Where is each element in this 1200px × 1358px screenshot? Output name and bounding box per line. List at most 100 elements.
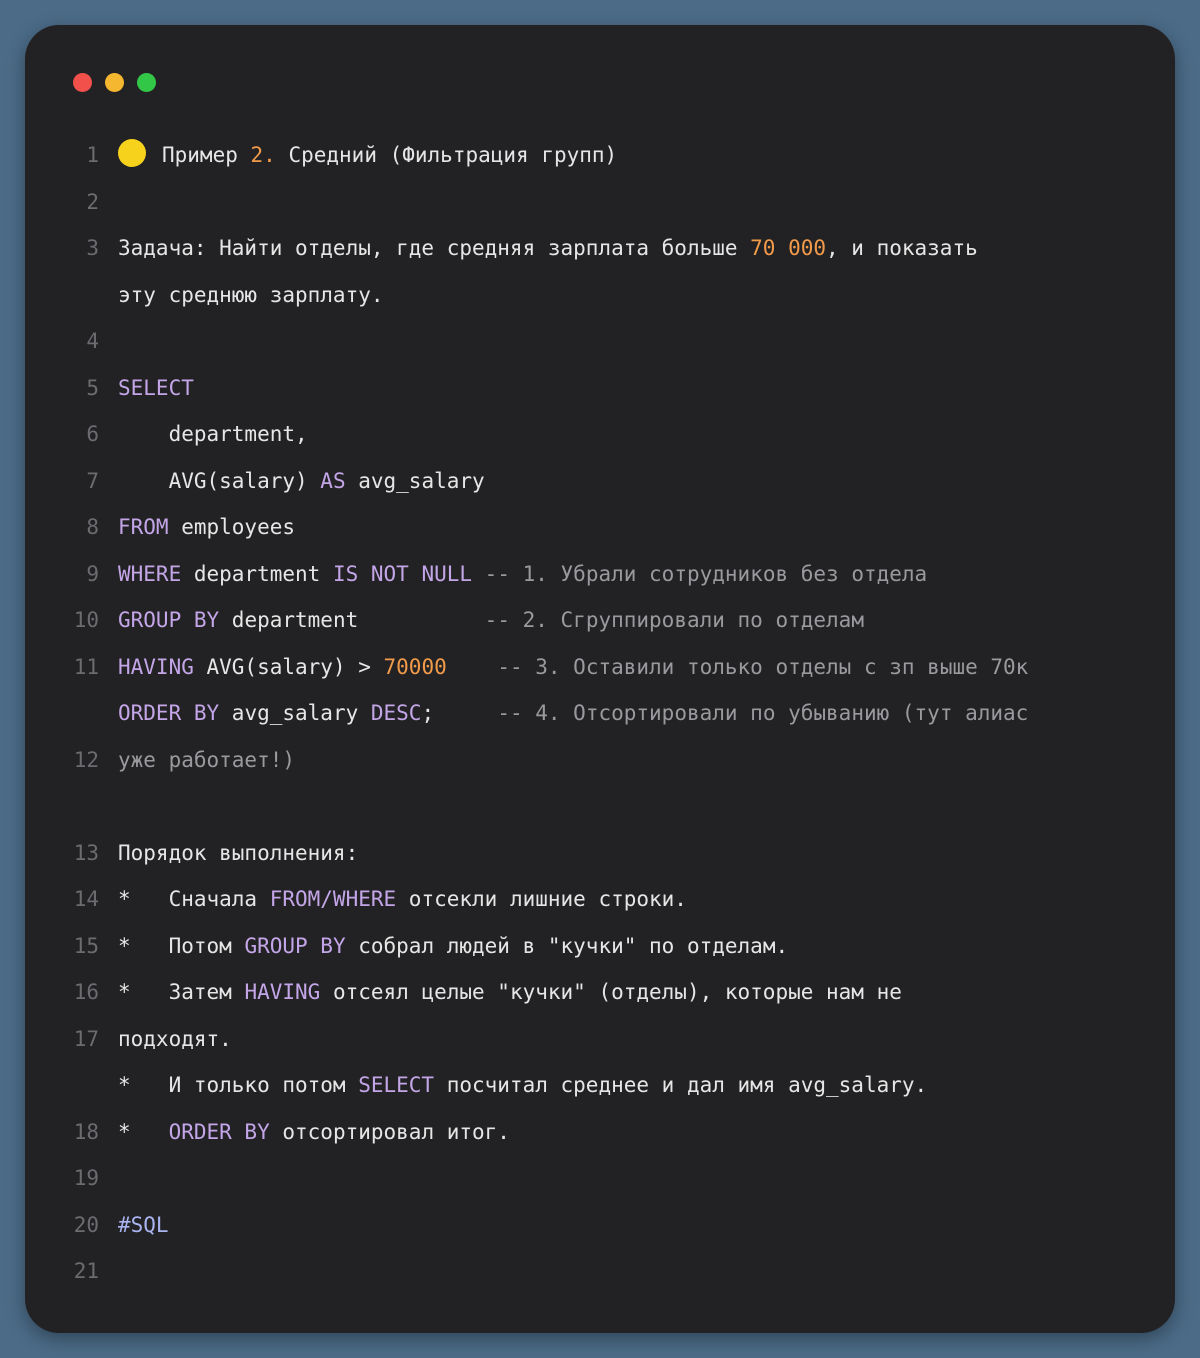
line-text: #SQL: [118, 1202, 169, 1249]
line-number: 21: [73, 1259, 99, 1283]
sql-keyword: WHERE: [118, 561, 182, 586]
line-number: 2: [86, 189, 99, 214]
code-text: *: [118, 1119, 169, 1144]
line-text: * ORDER BY отсортировал итог.: [118, 1109, 510, 1156]
line-number: 4: [86, 329, 99, 353]
line-text: ORDER BY avg_salary DESC; -- 4. Отсортир…: [118, 690, 1028, 737]
sql-keyword: SELECT: [118, 375, 194, 400]
code-comment: -- 1. Убрали сотрудников без отдела: [484, 561, 928, 586]
code-comment: уже работает!): [118, 747, 296, 772]
code-text: * И только потом: [118, 1073, 359, 1097]
code-line: 13 Порядок выполнения:: [25, 830, 1175, 877]
zoom-button[interactable]: [137, 73, 156, 92]
code-line: 6 department,: [25, 411, 1175, 458]
sql-keyword: GROUP BY: [244, 933, 346, 958]
sql-keyword: GROUP BY: [118, 608, 220, 632]
line-text: * Сначала FROM/WHERE отсекли лишние стро…: [118, 876, 687, 923]
line-number: 16: [73, 980, 99, 1004]
code-text: avg_salary: [219, 701, 371, 725]
sql-keyword: SELECT: [358, 1073, 435, 1097]
code-line: 19: [25, 1155, 1175, 1202]
code-line: 10 GROUP BY department -- 2. Сгруппировал…: [25, 597, 1175, 644]
code-text: * Сначала: [118, 887, 270, 911]
code-line: 18 * ORDER BY отсортировал итог.: [25, 1109, 1175, 1156]
code-line: 5 SELECT: [25, 365, 1175, 412]
code-text: посчитал среднее и дал имя avg_salary.: [434, 1073, 928, 1097]
line-number: 8: [86, 515, 99, 539]
line-number: 3: [86, 236, 99, 260]
code-line: 11 HAVING AVG(salary) > 70000 -- 3. Остав…: [25, 644, 1175, 691]
code-line: 3 Задача: Найти отделы, где средняя зарпл…: [25, 225, 1175, 272]
sql-keyword: ORDER BY: [168, 1119, 270, 1144]
code-line: 2: [25, 179, 1175, 226]
code-comment: -- 2. Сгруппировали по отделам: [484, 608, 864, 632]
code-line: 20 #SQL: [25, 1202, 1175, 1249]
code-line: эту среднюю зарплату.: [25, 272, 1175, 319]
line-number: 14: [73, 887, 99, 911]
line-number: 13: [73, 840, 99, 865]
line-number: 5: [86, 375, 99, 400]
line-number: 19: [73, 1166, 99, 1190]
minimize-button[interactable]: [105, 73, 124, 92]
line-text: Порядок выполнения:: [118, 830, 358, 877]
window-controls: [73, 73, 156, 92]
code-window: 1 Пример 2. Средний (Фильтрация групп) 2 3 З…: [25, 25, 1175, 1333]
code-comment: -- 4. Отсортировали по убыванию (тут али…: [497, 701, 1029, 725]
code-text: Средний (Фильтрация групп): [275, 143, 618, 167]
hashtag: #SQL: [118, 1212, 169, 1237]
code-text: Пример: [162, 143, 251, 167]
sql-keyword: HAVING: [244, 980, 321, 1004]
sql-keyword: IS NOT NULL: [332, 561, 473, 586]
code-line: 17 подходят.: [25, 1016, 1175, 1063]
number-literal: 70 000: [750, 236, 827, 260]
line-number: 7: [86, 468, 99, 493]
code-line: * И только потом SELECT посчитал среднее…: [25, 1062, 1175, 1109]
number-literal: 70000: [383, 654, 447, 679]
line-text: WHERE department IS NOT NULL -- 1. Убрал…: [118, 551, 927, 598]
code-text: Порядок выполнения:: [118, 840, 359, 865]
code-line: 7 AVG(salary) AS avg_salary: [25, 458, 1175, 505]
code-text: AVG(salary): [118, 468, 321, 493]
line-text: эту среднюю зарплату.: [118, 272, 384, 319]
code-text: собрал людей в "кучки" по отделам.: [345, 933, 789, 958]
code-text: отсекли лишние строки.: [396, 887, 687, 911]
sql-keyword: FROM: [118, 515, 169, 539]
code-line: 9 WHERE department IS NOT NULL -- 1. Убра…: [25, 551, 1175, 598]
line-text: HAVING AVG(salary) > 70000 -- 3. Оставил…: [118, 644, 1028, 691]
code-text: * Потом: [118, 933, 245, 958]
code-text: avg_salary: [345, 468, 485, 493]
code-text: AVG(salary) >: [193, 654, 384, 679]
code-block: 1 Пример 2. Средний (Фильтрация групп) 2 3 З…: [25, 132, 1175, 1295]
code-line: 14 * Сначала FROM/WHERE отсекли лишние ст…: [25, 876, 1175, 923]
code-text: ;: [421, 701, 498, 725]
code-comment: -- 3. Оставили только отделы с зп выше 7…: [497, 654, 1029, 679]
line-number: 12: [73, 747, 99, 772]
code-text: подходят.: [118, 1026, 232, 1051]
line-number: 1: [86, 143, 99, 167]
line-text: Задача: Найти отделы, где средняя зарпла…: [118, 225, 978, 272]
number-literal: 2.: [250, 143, 276, 167]
close-button[interactable]: [73, 73, 92, 92]
code-line: 15 * Потом GROUP BY собрал людей в "кучки…: [25, 923, 1175, 970]
code-text: department: [181, 561, 333, 586]
code-text: Задача: Найти отделы, где средняя зарпла…: [118, 236, 751, 260]
code-text: employees: [168, 515, 296, 539]
sql-keyword: ORDER BY: [118, 701, 220, 725]
code-line: 4: [25, 318, 1175, 365]
code-line: ORDER BY avg_salary DESC; -- 4. Отсортир…: [25, 690, 1175, 737]
sql-keyword: AS: [320, 468, 346, 493]
code-text: отсеял целые "кучки" (отделы), которые н…: [320, 980, 902, 1004]
line-number: 11: [73, 654, 99, 679]
code-text: department,: [118, 422, 308, 446]
line-text: * Затем HAVING отсеял целые "кучки" (отд…: [118, 969, 902, 1016]
code-text: эту среднюю зарплату.: [118, 282, 384, 307]
line-number: 20: [73, 1212, 99, 1237]
line-number: 10: [73, 608, 99, 632]
sql-keyword: FROM/WHERE: [269, 887, 397, 911]
code-line: 8 FROM employees: [25, 504, 1175, 551]
code-text: department: [219, 608, 485, 632]
sql-keyword: DESC: [370, 701, 422, 725]
line-text: SELECT: [118, 365, 194, 412]
